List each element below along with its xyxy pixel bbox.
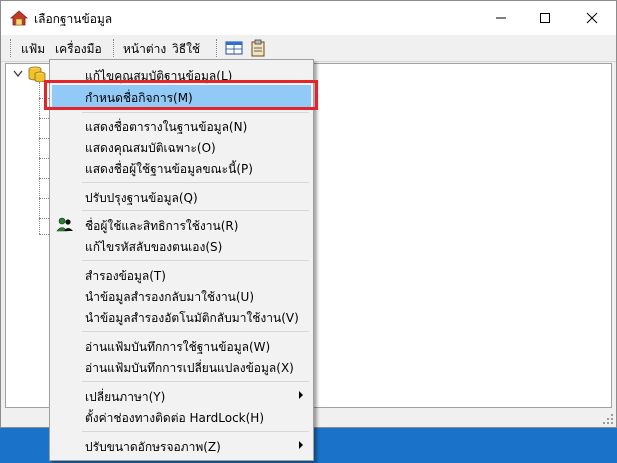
menu-separator xyxy=(82,210,309,211)
menu-separator xyxy=(82,112,309,113)
menu-item-label: แสดงชื่อผู้ใช้ฐานข้อมูลขณะนี้(P) xyxy=(85,162,253,176)
menu-item-backup[interactable]: สำรองข้อมูล(T) xyxy=(52,263,311,285)
menu-item-change-own-password[interactable]: แก้ไขรหัสลับของตนเอง(S) xyxy=(52,234,311,256)
minimize-button[interactable] xyxy=(478,1,524,35)
menu-item-restore-backup[interactable]: นำข้อมูลสำรองกลับมาใช้งาน(U) xyxy=(52,284,311,306)
menu-item-update-database[interactable]: ปรับปรุงฐานข้อมูล(Q) xyxy=(52,185,311,207)
title-bar[interactable]: เลือกฐานข้อมูล xyxy=(1,1,616,35)
menu-item-restore-auto-backup[interactable]: นำข้อมูลสำรองอัตโนมัติกลับมาใช้งาน(V) xyxy=(52,305,311,327)
window-title: เลือกฐานข้อมูล xyxy=(34,12,113,26)
submenu-arrow-icon xyxy=(299,441,303,449)
menu-item-label: นำข้อมูลสำรองอัตโนมัติกลับมาใช้งาน(V) xyxy=(85,311,299,325)
menu-separator xyxy=(82,431,309,432)
minimize-icon xyxy=(496,17,506,19)
context-menu: แก้ไขคุณสมบัติฐานข้อมูล(L) กำหนดชื่อกิจก… xyxy=(49,59,314,461)
menu-item-change-language[interactable]: เปลี่ยนภาษา(Y) xyxy=(52,384,311,406)
menu-item-show-current-users[interactable]: แสดงชื่อผู้ใช้ฐานข้อมูลขณะนี้(P) xyxy=(52,156,311,178)
toolbar-grip[interactable] xyxy=(113,39,114,57)
window-grid-icon[interactable] xyxy=(225,39,243,57)
close-button[interactable] xyxy=(569,1,615,35)
menu-item-read-usage-log[interactable]: อ่านแฟ้มบันทึกการใช้ฐานข้อมูล(W) xyxy=(52,334,311,356)
menu-item-show-table-names[interactable]: แสดงชื่อตารางในฐานข้อมูล(N) xyxy=(52,114,311,136)
menu-item-label: ตั้งค่าช่องทางติดต่อ HardLock(H) xyxy=(85,411,265,425)
menu-separator xyxy=(82,260,309,261)
menu-item-label: แก้ไขรหัสลับของตนเอง(S) xyxy=(85,240,223,254)
menu-item-label: อ่านแฟ้มบันทึกการเปลี่ยนแปลงข้อมูล(X) xyxy=(85,361,294,375)
menu-file[interactable]: แฟ้ม xyxy=(21,40,45,59)
users-rights-icon xyxy=(56,217,73,232)
menu-item-label: ปรับปรุงฐานข้อมูล(Q) xyxy=(85,191,198,205)
menu-item-user-rights[interactable]: ชื่อผู้ใช้และสิทธิการใช้งาน(R) xyxy=(52,213,311,235)
menu-item-font-size[interactable]: ปรับขนาดอักษรจอภาพ(Z) xyxy=(52,434,311,456)
submenu-arrow-icon xyxy=(299,391,303,399)
menu-item-label: ปรับขนาดอักษรจอภาพ(Z) xyxy=(85,440,221,454)
menu-item-hardlock-settings[interactable]: ตั้งค่าช่องทางติดต่อ HardLock(H) xyxy=(52,405,311,427)
house-db-icon xyxy=(10,10,28,26)
maximize-button[interactable] xyxy=(522,1,568,35)
menu-window[interactable]: หน้าต่าง xyxy=(123,40,166,59)
menu-help[interactable]: วิธีใช้ xyxy=(172,40,200,59)
toolbar-grip[interactable] xyxy=(10,39,11,57)
maximize-icon xyxy=(540,13,550,23)
clipboard-icon[interactable] xyxy=(249,39,267,57)
close-icon xyxy=(586,12,598,24)
menu-item-show-special-properties[interactable]: แสดงคุณสมบัติเฉพาะ(O) xyxy=(52,135,311,157)
menu-separator xyxy=(82,331,309,332)
resize-grip-icon[interactable] xyxy=(602,413,614,425)
menu-separator xyxy=(82,381,309,382)
emphasis-highlight-box xyxy=(44,80,318,110)
menu-tools[interactable]: เครื่องมือ xyxy=(55,40,102,59)
toolbar-grip[interactable] xyxy=(216,39,217,57)
menu-separator xyxy=(82,182,309,183)
menu-item-read-change-log[interactable]: อ่านแฟ้มบันทึกการเปลี่ยนแปลงข้อมูล(X) xyxy=(52,355,311,377)
chevron-down-icon[interactable] xyxy=(13,70,23,78)
menu-toolbar: แฟ้ม เครื่องมือ หน้าต่าง วิธีใช้ xyxy=(1,35,616,62)
